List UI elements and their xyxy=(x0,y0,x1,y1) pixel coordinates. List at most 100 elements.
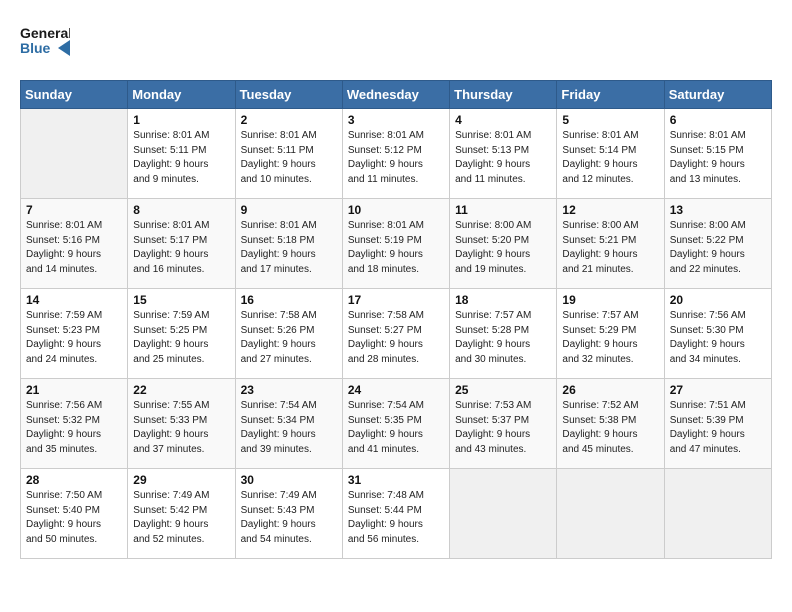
day-info: Sunrise: 7:58 AM Sunset: 5:27 PM Dayligh… xyxy=(348,309,444,367)
calendar-week-5: 28Sunrise: 7:50 AM Sunset: 5:40 PM Dayli… xyxy=(21,469,772,559)
day-number: 15 xyxy=(133,293,229,307)
day-number: 18 xyxy=(455,293,551,307)
day-number: 4 xyxy=(455,113,551,127)
calendar-cell: 3Sunrise: 8:01 AM Sunset: 5:12 PM Daylig… xyxy=(342,109,449,199)
day-info: Sunrise: 8:01 AM Sunset: 5:15 PM Dayligh… xyxy=(670,129,766,187)
page-header: General Blue xyxy=(20,20,772,70)
day-number: 27 xyxy=(670,383,766,397)
calendar-cell: 26 Sunrise: 7:52 AM Sunset: 5:38 PM Dayli… xyxy=(557,379,664,469)
header-day-tuesday: Tuesday xyxy=(235,81,342,109)
day-info: Sunrise: 8:01 AM Sunset: 5:11 PM Dayligh… xyxy=(241,129,337,187)
day-info: Sunrise: 7:53 AM Sunset: 5:37 PM Dayligh… xyxy=(455,399,551,457)
day-number: 21 xyxy=(26,383,122,397)
day-info: Sunrise: 8:01 AM Sunset: 5:16 PM Dayligh… xyxy=(26,219,122,277)
day-number: 30 xyxy=(241,473,337,487)
calendar-cell: 31 Sunrise: 7:48 AM Sunset: 5:44 PM Dayli… xyxy=(342,469,449,559)
day-info: Sunrise: 7:54 AM Sunset: 5:35 PM Dayligh… xyxy=(348,399,444,457)
calendar-cell: 20 Sunrise: 7:56 AM Sunset: 5:30 PM Dayli… xyxy=(664,289,771,379)
day-number: 22 xyxy=(133,383,229,397)
calendar-cell: 5Sunrise: 8:01 AM Sunset: 5:14 PM Daylig… xyxy=(557,109,664,199)
calendar-body: 1 Sunrise: 8:01 AM Sunset: 5:11 PM Daylig… xyxy=(21,109,772,559)
calendar-cell: 23 Sunrise: 7:54 AM Sunset: 5:34 PM Dayli… xyxy=(235,379,342,469)
calendar-week-1: 1 Sunrise: 8:01 AM Sunset: 5:11 PM Daylig… xyxy=(21,109,772,199)
day-number: 11 xyxy=(455,203,551,217)
calendar-cell: 12 Sunrise: 8:00 AM Sunset: 5:21 PM Dayli… xyxy=(557,199,664,289)
day-info: Sunrise: 8:00 AM Sunset: 5:20 PM Dayligh… xyxy=(455,219,551,277)
day-info: Sunrise: 7:54 AM Sunset: 5:34 PM Dayligh… xyxy=(241,399,337,457)
calendar-week-2: 7 Sunrise: 8:01 AM Sunset: 5:16 PM Daylig… xyxy=(21,199,772,289)
day-info: Sunrise: 8:01 AM Sunset: 5:18 PM Dayligh… xyxy=(241,219,337,277)
day-info: Sunrise: 7:57 AM Sunset: 5:29 PM Dayligh… xyxy=(562,309,658,367)
calendar-cell: 1 Sunrise: 8:01 AM Sunset: 5:11 PM Daylig… xyxy=(128,109,235,199)
calendar-header: SundayMondayTuesdayWednesdayThursdayFrid… xyxy=(21,81,772,109)
header-day-friday: Friday xyxy=(557,81,664,109)
calendar-cell: 28Sunrise: 7:50 AM Sunset: 5:40 PM Dayli… xyxy=(21,469,128,559)
day-number: 31 xyxy=(348,473,444,487)
day-info: Sunrise: 7:59 AM Sunset: 5:23 PM Dayligh… xyxy=(26,309,122,367)
day-info: Sunrise: 7:56 AM Sunset: 5:32 PM Dayligh… xyxy=(26,399,122,457)
calendar-cell: 11 Sunrise: 8:00 AM Sunset: 5:20 PM Dayli… xyxy=(450,199,557,289)
calendar-table: SundayMondayTuesdayWednesdayThursdayFrid… xyxy=(20,80,772,559)
day-number: 26 xyxy=(562,383,658,397)
day-info: Sunrise: 7:58 AM Sunset: 5:26 PM Dayligh… xyxy=(241,309,337,367)
day-info: Sunrise: 7:50 AM Sunset: 5:40 PM Dayligh… xyxy=(26,489,122,547)
calendar-cell: 14 Sunrise: 7:59 AM Sunset: 5:23 PM Dayli… xyxy=(21,289,128,379)
svg-text:General: General xyxy=(20,25,70,41)
calendar-cell: 16 Sunrise: 7:58 AM Sunset: 5:26 PM Dayli… xyxy=(235,289,342,379)
calendar-cell: 4Sunrise: 8:01 AM Sunset: 5:13 PM Daylig… xyxy=(450,109,557,199)
day-info: Sunrise: 7:57 AM Sunset: 5:28 PM Dayligh… xyxy=(455,309,551,367)
day-info: Sunrise: 7:48 AM Sunset: 5:44 PM Dayligh… xyxy=(348,489,444,547)
day-number: 6 xyxy=(670,113,766,127)
day-number: 9 xyxy=(241,203,337,217)
calendar-cell xyxy=(450,469,557,559)
day-number: 7 xyxy=(26,203,122,217)
day-info: Sunrise: 7:56 AM Sunset: 5:30 PM Dayligh… xyxy=(670,309,766,367)
day-number: 12 xyxy=(562,203,658,217)
day-info: Sunrise: 7:49 AM Sunset: 5:43 PM Dayligh… xyxy=(241,489,337,547)
calendar-cell: 7 Sunrise: 8:01 AM Sunset: 5:16 PM Daylig… xyxy=(21,199,128,289)
day-number: 19 xyxy=(562,293,658,307)
day-info: Sunrise: 7:49 AM Sunset: 5:42 PM Dayligh… xyxy=(133,489,229,547)
logo: General Blue xyxy=(20,20,70,70)
day-number: 20 xyxy=(670,293,766,307)
calendar-cell: 18 Sunrise: 7:57 AM Sunset: 5:28 PM Dayli… xyxy=(450,289,557,379)
calendar-cell xyxy=(557,469,664,559)
calendar-cell xyxy=(21,109,128,199)
calendar-cell: 8Sunrise: 8:01 AM Sunset: 5:17 PM Daylig… xyxy=(128,199,235,289)
day-info: Sunrise: 8:01 AM Sunset: 5:11 PM Dayligh… xyxy=(133,129,229,187)
day-info: Sunrise: 8:01 AM Sunset: 5:14 PM Dayligh… xyxy=(562,129,658,187)
calendar-cell: 24Sunrise: 7:54 AM Sunset: 5:35 PM Dayli… xyxy=(342,379,449,469)
day-info: Sunrise: 7:55 AM Sunset: 5:33 PM Dayligh… xyxy=(133,399,229,457)
day-number: 25 xyxy=(455,383,551,397)
day-info: Sunrise: 7:51 AM Sunset: 5:39 PM Dayligh… xyxy=(670,399,766,457)
logo-image: General Blue xyxy=(20,20,70,70)
calendar-week-3: 14 Sunrise: 7:59 AM Sunset: 5:23 PM Dayli… xyxy=(21,289,772,379)
day-number: 1 xyxy=(133,113,229,127)
calendar-cell: 21 Sunrise: 7:56 AM Sunset: 5:32 PM Dayli… xyxy=(21,379,128,469)
calendar-cell: 30 Sunrise: 7:49 AM Sunset: 5:43 PM Dayli… xyxy=(235,469,342,559)
day-number: 23 xyxy=(241,383,337,397)
day-info: Sunrise: 8:00 AM Sunset: 5:21 PM Dayligh… xyxy=(562,219,658,277)
day-info: Sunrise: 8:00 AM Sunset: 5:22 PM Dayligh… xyxy=(670,219,766,277)
day-number: 16 xyxy=(241,293,337,307)
day-number: 14 xyxy=(26,293,122,307)
calendar-cell: 17 Sunrise: 7:58 AM Sunset: 5:27 PM Dayli… xyxy=(342,289,449,379)
header-day-sunday: Sunday xyxy=(21,81,128,109)
calendar-cell: 10 Sunrise: 8:01 AM Sunset: 5:19 PM Dayli… xyxy=(342,199,449,289)
header-day-saturday: Saturday xyxy=(664,81,771,109)
day-info: Sunrise: 8:01 AM Sunset: 5:19 PM Dayligh… xyxy=(348,219,444,277)
svg-text:Blue: Blue xyxy=(20,40,51,56)
calendar-cell: 27 Sunrise: 7:51 AM Sunset: 5:39 PM Dayli… xyxy=(664,379,771,469)
calendar-cell: 29 Sunrise: 7:49 AM Sunset: 5:42 PM Dayli… xyxy=(128,469,235,559)
day-number: 29 xyxy=(133,473,229,487)
day-info: Sunrise: 7:52 AM Sunset: 5:38 PM Dayligh… xyxy=(562,399,658,457)
day-number: 10 xyxy=(348,203,444,217)
day-number: 17 xyxy=(348,293,444,307)
header-row: SundayMondayTuesdayWednesdayThursdayFrid… xyxy=(21,81,772,109)
calendar-cell: 2Sunrise: 8:01 AM Sunset: 5:11 PM Daylig… xyxy=(235,109,342,199)
header-day-monday: Monday xyxy=(128,81,235,109)
calendar-cell: 13Sunrise: 8:00 AM Sunset: 5:22 PM Dayli… xyxy=(664,199,771,289)
calendar-cell: 15 Sunrise: 7:59 AM Sunset: 5:25 PM Dayli… xyxy=(128,289,235,379)
calendar-cell: 25 Sunrise: 7:53 AM Sunset: 5:37 PM Dayli… xyxy=(450,379,557,469)
day-info: Sunrise: 7:59 AM Sunset: 5:25 PM Dayligh… xyxy=(133,309,229,367)
